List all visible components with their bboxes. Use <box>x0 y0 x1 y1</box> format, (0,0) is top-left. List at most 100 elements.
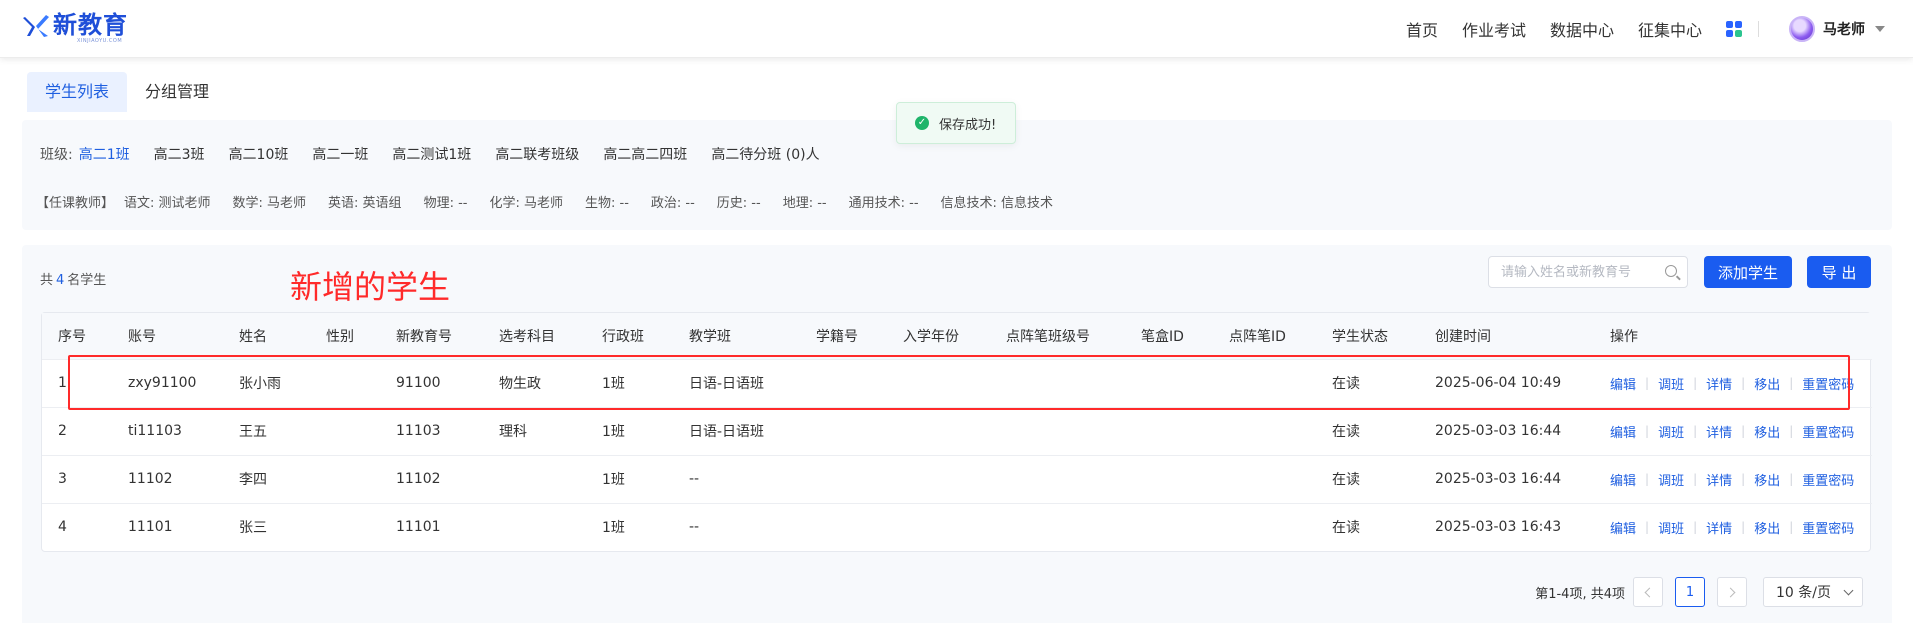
row-action-link[interactable]: 编辑 <box>1610 470 1636 489</box>
table-cell: 日语-日语班 <box>689 424 765 440</box>
table-cell: 1班 <box>602 424 625 440</box>
teacher-item: 语文: 测试老师 <box>124 196 211 211</box>
row-actions: 编辑 | 调班 | 详情 | 移出 | 重置密码 <box>1594 359 1872 407</box>
row-action-link[interactable]: 调班 <box>1658 422 1684 441</box>
tab-group-management[interactable]: 分组管理 <box>127 72 227 112</box>
table-cell <box>1213 503 1316 551</box>
prev-page-button[interactable] <box>1633 577 1663 607</box>
row-action-link[interactable]: 重置密码 <box>1802 422 1854 441</box>
class-item[interactable]: 高二高二四班 <box>603 144 687 164</box>
table-cell: 物生政 <box>499 376 541 392</box>
column-header: 新教育号 <box>396 328 452 345</box>
search-input[interactable] <box>1489 257 1649 287</box>
row-action-link[interactable]: 详情 <box>1706 374 1732 393</box>
row-action-link[interactable]: 编辑 <box>1610 422 1636 441</box>
logo[interactable]: 新教育 XINJIAOYU.COM <box>22 12 128 44</box>
check-circle-icon: ✓ <box>915 116 929 130</box>
row-action-link[interactable]: 调班 <box>1658 518 1684 537</box>
action-separator: | <box>1741 520 1746 535</box>
table-cell: 在读 <box>1332 376 1360 392</box>
action-separator: | <box>1693 424 1698 438</box>
table-cell: 2025-06-04 10:49 <box>1435 375 1562 391</box>
search-box[interactable] <box>1488 256 1688 288</box>
action-separator: | <box>1789 520 1794 535</box>
row-action-link[interactable]: 编辑 <box>1610 518 1636 537</box>
class-item[interactable]: 高二测试1班 <box>392 144 471 164</box>
row-action-link[interactable]: 编辑 <box>1610 374 1636 393</box>
table-cell <box>310 359 380 407</box>
teacher-label: 【任课教师】 <box>36 196 115 211</box>
table-cell: 李四 <box>239 472 267 488</box>
action-separator: | <box>1693 376 1698 390</box>
row-action-link[interactable]: 移出 <box>1754 518 1780 537</box>
table-cell <box>990 359 1125 407</box>
table-cell: 1班 <box>602 376 625 392</box>
row-action-link[interactable]: 重置密码 <box>1802 518 1854 537</box>
chevron-left-icon <box>1644 587 1655 597</box>
class-item[interactable]: 高二一班 <box>312 144 368 164</box>
table-cell <box>1213 455 1316 503</box>
table-cell <box>483 503 586 551</box>
action-separator: | <box>1693 520 1698 535</box>
row-action-link[interactable]: 调班 <box>1658 470 1684 489</box>
add-student-button[interactable]: 添加学生 <box>1704 256 1792 288</box>
teacher-item: 物理: -- <box>423 196 468 211</box>
logo-subtext: XINJIAOYU.COM <box>77 38 123 44</box>
table-cell: 11102 <box>128 471 173 487</box>
column-header: 点阵笔班级号 <box>1006 328 1090 345</box>
row-action-link[interactable]: 移出 <box>1754 470 1780 489</box>
nav-collection-center[interactable]: 征集中心 <box>1638 17 1702 41</box>
row-action-link[interactable]: 重置密码 <box>1802 374 1854 393</box>
nav-data-center[interactable]: 数据中心 <box>1550 17 1614 41</box>
user-name[interactable]: 马老师 <box>1823 19 1865 39</box>
row-action-link[interactable]: 详情 <box>1706 422 1732 441</box>
table-cell <box>1213 407 1316 455</box>
row-action-link[interactable]: 重置密码 <box>1802 470 1854 489</box>
table-cell: 1班 <box>602 472 625 488</box>
apps-grid-icon[interactable] <box>1726 21 1742 37</box>
count-number: 4 <box>56 273 65 288</box>
row-action-link[interactable]: 详情 <box>1706 470 1732 489</box>
page-number-button[interactable]: 1 <box>1675 577 1705 607</box>
tab-student-list[interactable]: 学生列表 <box>27 72 128 112</box>
action-separator: | <box>1789 376 1794 390</box>
success-toast: ✓ 保存成功! <box>896 102 1016 144</box>
next-page-button[interactable] <box>1717 577 1747 607</box>
chevron-down-icon[interactable] <box>1875 26 1885 32</box>
row-action-link[interactable]: 详情 <box>1706 518 1732 537</box>
table-cell: -- <box>689 519 700 536</box>
class-item[interactable]: 高二3班 <box>154 144 205 164</box>
column-header: 教学班 <box>689 328 731 345</box>
search-icon[interactable] <box>1665 265 1677 277</box>
table-cell: -- <box>689 471 700 487</box>
nav-homework-exam[interactable]: 作业考试 <box>1462 17 1526 41</box>
table-cell: 理科 <box>499 424 527 440</box>
class-item[interactable]: 高二1班 <box>79 144 130 164</box>
page-size-select[interactable]: 10 条/页 <box>1763 577 1863 607</box>
avatar[interactable] <box>1789 16 1815 42</box>
table-cell <box>990 407 1125 455</box>
table-cell: 11103 <box>396 423 441 439</box>
table-cell: 张三 <box>239 520 267 537</box>
table-cell: 王五 <box>239 424 267 440</box>
export-button[interactable]: 导 出 <box>1807 256 1871 288</box>
nav-home[interactable]: 首页 <box>1406 17 1438 41</box>
table-cell: ti11103 <box>128 423 182 439</box>
column-header: 账号 <box>128 328 156 345</box>
row-action-link[interactable]: 移出 <box>1754 374 1780 393</box>
action-separator: | <box>1789 424 1794 438</box>
class-item[interactable]: 高二联考班级 <box>495 144 579 164</box>
class-item[interactable]: 高二10班 <box>229 144 289 164</box>
chevron-right-icon <box>1725 587 1736 597</box>
table-cell: 1班 <box>602 520 625 537</box>
table-cell <box>800 407 887 455</box>
table-cell: 1 <box>58 375 67 391</box>
row-action-link[interactable]: 调班 <box>1658 374 1684 393</box>
action-separator: | <box>1693 472 1698 486</box>
table-cell: 4 <box>58 519 67 536</box>
row-actions: 编辑 | 调班 | 详情 | 移出 | 重置密码 <box>1594 503 1872 551</box>
column-header: 学生状态 <box>1332 328 1388 345</box>
row-action-link[interactable]: 移出 <box>1754 422 1780 441</box>
class-item[interactable]: 高二待分班 (0)人 <box>711 144 819 164</box>
teacher-item: 生物: -- <box>584 196 629 211</box>
